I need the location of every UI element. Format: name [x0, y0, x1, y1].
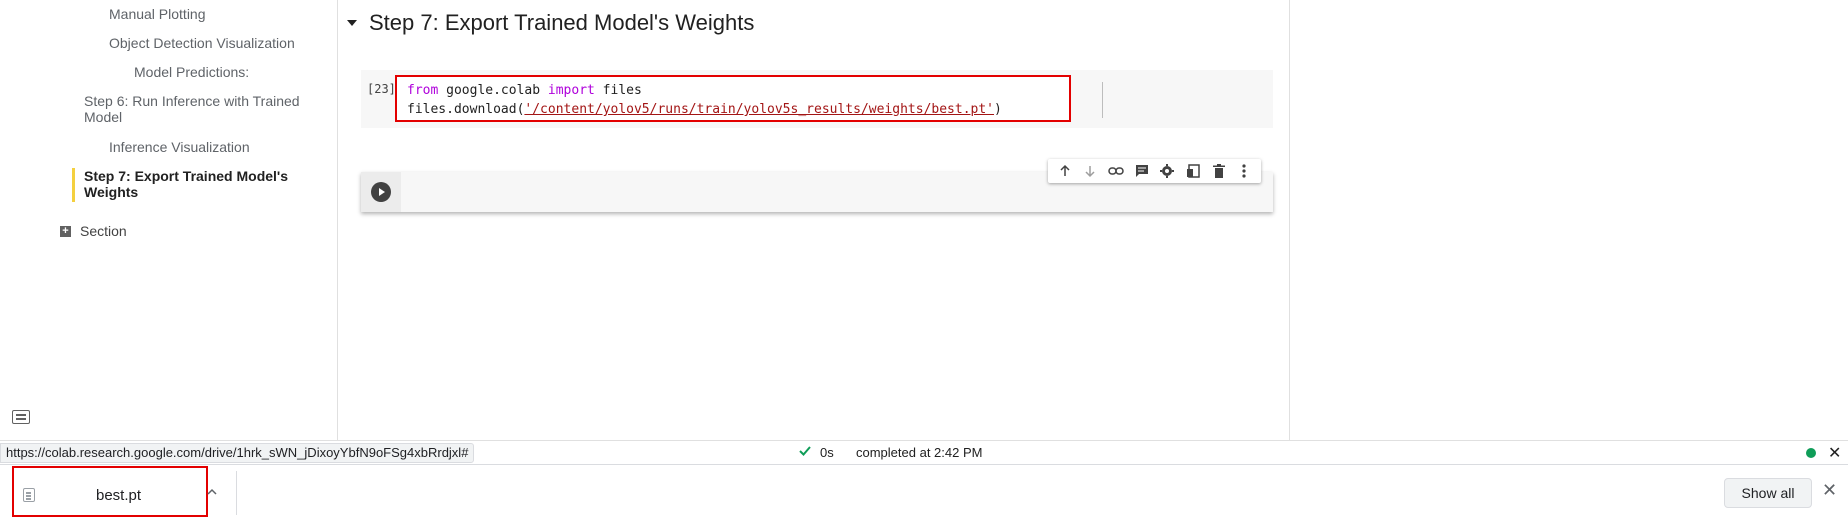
table-of-contents: Manual Plotting Object Detection Visuali… [0, 0, 338, 440]
toc-item-object-detection-visualization[interactable]: Object Detection Visualization [109, 35, 295, 51]
expand-plus-icon[interactable]: + [60, 226, 71, 237]
toc-item-step-6[interactable]: Step 6: Run Inference with Trained Model [84, 93, 304, 125]
collapse-section-icon[interactable] [347, 20, 357, 26]
toc-panel-icon[interactable] [12, 410, 30, 424]
comment-icon[interactable] [1133, 162, 1151, 180]
execution-duration: 0s [820, 445, 834, 460]
keyword-import: import [547, 83, 595, 98]
code-string-path: '/content/yolov5/runs/train/yolov5s_resu… [524, 102, 995, 117]
close-status-icon[interactable]: ✕ [1828, 443, 1841, 463]
toc-item-manual-plotting[interactable]: Manual Plotting [109, 6, 206, 22]
more-vert-icon[interactable] [1235, 162, 1253, 180]
status-bar: https://colab.research.google.com/drive/… [0, 440, 1848, 464]
code-cell[interactable]: [23] from google.colab import files file… [361, 70, 1273, 128]
execution-count: [23] [367, 82, 396, 96]
right-panel [1289, 0, 1848, 440]
section-heading: Step 7: Export Trained Model's Weights [369, 10, 755, 35]
connection-status-indicator [1806, 448, 1816, 458]
code-call: files.download( [407, 102, 525, 117]
cell-gutter [361, 172, 401, 212]
link-icon[interactable] [1107, 162, 1125, 180]
toc-item-inference-visualization[interactable]: Inference Visualization [109, 139, 250, 155]
code-line-2: files.download('/content/yolov5/runs/tra… [407, 100, 1059, 119]
file-icon [23, 488, 35, 502]
check-icon [798, 444, 812, 463]
toc-item-model-predictions[interactable]: Model Predictions: [134, 64, 249, 80]
delete-icon[interactable] [1210, 162, 1228, 180]
code-call-end: ) [994, 102, 1002, 117]
run-cell-button[interactable] [371, 182, 391, 202]
cell-toolbar [1048, 159, 1261, 183]
download-file-name: best.pt [96, 487, 142, 504]
move-down-icon[interactable] [1081, 162, 1099, 180]
download-shelf: best.pt Show all ✕ [0, 464, 1848, 524]
cell-divider [1102, 82, 1103, 118]
link-url-preview: https://colab.research.google.com/drive/… [0, 443, 475, 463]
download-item[interactable]: best.pt [12, 466, 208, 517]
toc-item-section[interactable]: Section [80, 223, 127, 239]
keyword-from: from [407, 83, 439, 98]
code-editor-highlight[interactable]: from google.colab import files files.dow… [395, 75, 1071, 122]
notebook-main: Step 7: Export Trained Model's Weights [… [339, 0, 1627, 440]
chevron-up-icon[interactable] [206, 485, 218, 503]
mirror-cell-icon[interactable] [1184, 162, 1202, 180]
show-all-button[interactable]: Show all [1724, 478, 1812, 508]
code-import-name: files [594, 83, 642, 98]
toc-item-step-7[interactable]: Step 7: Export Trained Model's Weights [84, 168, 294, 200]
colab-window: Manual Plotting Object Detection Visuali… [0, 0, 1848, 524]
completion-status[interactable]: completed at 2:42 PM [856, 445, 982, 460]
code-line-1: from google.colab import files [407, 81, 1059, 100]
move-up-icon[interactable] [1056, 162, 1074, 180]
close-shelf-icon[interactable]: ✕ [1822, 480, 1837, 501]
settings-icon[interactable] [1158, 162, 1176, 180]
shelf-divider [236, 471, 237, 515]
toc-active-indicator [72, 168, 75, 202]
code-module: google.colab [438, 83, 548, 98]
